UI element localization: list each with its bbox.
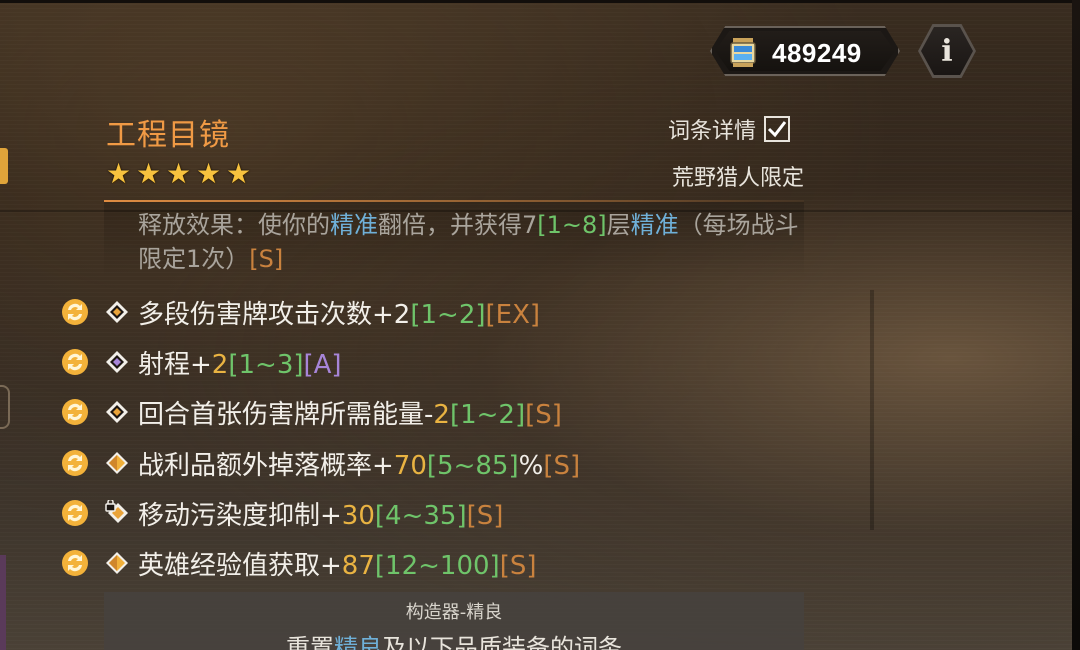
affix-text: 回合首张伤害牌所需能量-2[1~2][S]	[138, 394, 562, 431]
release-effect-text: 释放效果：使你的精准翻倍，并获得7[1~8]层精准（每场战斗限定1次）[S]	[138, 208, 808, 276]
affix-name: 回合首张伤害牌所需能量-	[138, 399, 434, 430]
affix-detail-label: 词条详情	[668, 119, 757, 144]
currency-display: 489249	[710, 26, 900, 76]
gold-gem-icon	[104, 550, 130, 576]
affix-range: [1~3]	[228, 349, 304, 380]
affix-suffix: %	[518, 450, 544, 481]
affix-value: 2	[433, 399, 450, 430]
star-icon: ★	[106, 157, 132, 190]
affix-text: 战利品额外掉落概率+70[5~85]%[S]	[138, 445, 580, 482]
affix-name: 移动污染度抑制+	[138, 500, 342, 531]
reroll-icon[interactable]	[60, 297, 90, 327]
affix-text: 射程+2[1~3][A]	[138, 344, 342, 381]
constructor-desc-text: 重置	[286, 634, 334, 650]
affix-grade: [S]	[543, 450, 581, 481]
constructor-description: 重置精良及以下品质装备的词条	[104, 628, 804, 650]
affix-text: 移动污染度抑制+30[4~35][S]	[138, 495, 503, 532]
star-icon: ★	[136, 157, 162, 190]
affix-range: [1~2]	[410, 299, 486, 330]
affix-range: [1~2]	[449, 399, 526, 430]
item-title: 工程目镜	[106, 118, 230, 153]
effect-text: 翻倍，并获得7	[378, 211, 538, 239]
background-line	[870, 290, 874, 530]
reroll-icon[interactable]	[60, 498, 90, 528]
effect-range: [1~8]	[537, 211, 607, 239]
left-edge-tab[interactable]	[0, 148, 8, 184]
currency-value: 489249	[772, 38, 862, 68]
affix-name: 射程+	[138, 349, 212, 380]
affix-row: 多段伤害牌攻击次数+2[1~2][EX]	[60, 292, 820, 332]
checkmark-icon	[767, 121, 787, 138]
affix-text: 多段伤害牌攻击次数+2[1~2][EX]	[138, 294, 540, 331]
star-icon: ★	[166, 157, 192, 190]
affix-grade: [S]	[499, 550, 537, 581]
affix-name: 多段伤害牌攻击次数+	[138, 299, 394, 330]
affix-name: 英雄经验值获取+	[138, 550, 342, 581]
star-icon: ★	[226, 157, 252, 190]
affix-value: 70	[393, 450, 427, 481]
affix-row: 移动污染度抑制+30[4~35][S]	[60, 493, 820, 533]
reroll-icon[interactable]	[60, 448, 90, 478]
affix-row: 射程+2[1~3][A]	[60, 342, 820, 382]
affix-detail-toggle[interactable]: 词条详情	[668, 113, 791, 145]
affix-row: 战利品额外掉落概率+70[5~85]%[S]	[60, 443, 820, 483]
left-edge-arrow-tab[interactable]	[0, 385, 10, 429]
rarity-stars: ★ ★ ★ ★ ★	[106, 160, 254, 188]
right-edge-frame	[1072, 0, 1080, 650]
effect-text: 释放效果：使你的	[138, 211, 330, 239]
effect-keyword[interactable]: 精准	[330, 211, 378, 239]
hero-restriction: 荒野猎人限定	[671, 166, 804, 191]
purple-diamond-icon	[104, 349, 130, 375]
affix-text: 英雄经验值获取+87[12~100][S]	[138, 545, 536, 582]
affix-detail-checkbox[interactable]	[764, 116, 791, 142]
effect-keyword[interactable]: 精准	[631, 211, 679, 239]
top-edge	[0, 0, 1080, 3]
gold-gem-icon	[104, 450, 130, 476]
affix-range: [4~35]	[374, 500, 467, 531]
constructor-title: 构造器-精良	[405, 602, 503, 623]
affix-range: [5~85]	[426, 450, 519, 481]
battery-canister-icon	[730, 38, 756, 67]
affix-value: 2	[393, 299, 411, 330]
affix-grade: [EX]	[485, 299, 541, 330]
constructor-desc-text: 及以下品质装备的词条	[382, 634, 622, 650]
affix-row: 英雄经验值获取+87[12~100][S]	[60, 543, 820, 583]
effect-text: 层	[606, 211, 631, 239]
affix-grade: [S]	[466, 500, 504, 531]
affix-grade: [A]	[303, 349, 342, 380]
affix-name: 战利品额外掉落概率+	[138, 450, 394, 481]
gold-diamond-icon	[104, 299, 130, 325]
info-button[interactable]: i	[918, 24, 976, 78]
affix-grade: [S]	[525, 399, 562, 430]
reroll-icon[interactable]	[60, 397, 90, 427]
reroll-icon[interactable]	[60, 548, 90, 578]
affix-value: 30	[341, 500, 375, 531]
star-icon: ★	[196, 157, 222, 190]
locked-gem-icon	[104, 500, 130, 526]
left-edge-strip	[0, 555, 6, 650]
effect-grade: [S]	[249, 245, 284, 273]
info-icon: i	[921, 27, 973, 75]
affix-value: 87	[341, 550, 375, 581]
affix-value: 2	[211, 349, 229, 380]
constructor-panel: 构造器-精良 重置精良及以下品质装备的词条	[104, 592, 804, 650]
affix-range: [12~100]	[374, 550, 500, 581]
gold-diamond-icon	[104, 399, 130, 425]
constructor-desc-keyword: 精良	[334, 634, 382, 650]
affix-row: 回合首张伤害牌所需能量-2[1~2][S]	[60, 392, 820, 432]
reroll-icon[interactable]	[60, 347, 90, 377]
